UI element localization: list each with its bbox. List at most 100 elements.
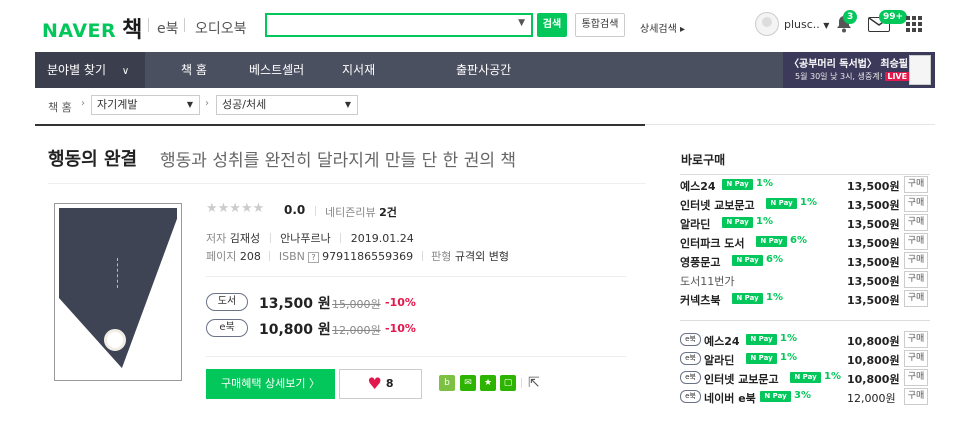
ebook-store-row[interactable]: e북 인터넷 교보문고 N Pay 1% 10,800원 구매	[680, 368, 930, 387]
point-rate: 3%	[794, 390, 811, 401]
store-row[interactable]: 알라딘 N Pay 1% 13,500원 구매	[680, 213, 930, 232]
blog-share-icon[interactable]: b	[439, 375, 455, 391]
point-rate: 1%	[780, 352, 797, 363]
store-price: 13,500원	[847, 199, 900, 212]
nav-ebook-link[interactable]: e북	[157, 18, 179, 38]
main-navigation: 분야별 찾기 ∨ 책 홈 베스트셀러 지서재 출판사공간 〈공부머리 독서법〉 …	[35, 52, 935, 88]
format-value: 규격외 변형	[454, 250, 509, 263]
store-buy-button[interactable]: 구매	[904, 214, 928, 231]
ebook-original-price: 12,000원	[332, 324, 381, 337]
store-price: 13,500원	[847, 237, 900, 250]
store-row[interactable]: 영풍문고 N Pay 6% 13,500원 구매	[680, 251, 930, 270]
store-buy-button[interactable]: 구매	[904, 176, 928, 193]
search-input[interactable]: ▼	[265, 13, 533, 37]
store-buy-button[interactable]: 구매	[904, 271, 928, 288]
advanced-search-link[interactable]: 상세검색 ▸	[640, 20, 685, 35]
heart-icon: ♥	[367, 374, 382, 393]
store-buy-button[interactable]: 구매	[904, 195, 928, 212]
store-name: 예스24	[704, 335, 740, 348]
user-menu[interactable]: plusc.. ▼	[784, 18, 829, 31]
avatar[interactable]	[755, 12, 779, 36]
ebook-tag: e북	[680, 390, 701, 403]
store-buy-button[interactable]: 구매	[904, 350, 928, 367]
integrated-search-button[interactable]: 통합검색	[575, 13, 625, 37]
npay-badge: N Pay	[722, 217, 753, 228]
review-count: 2건	[379, 206, 397, 219]
nav-bestseller[interactable]: 베스트셀러	[249, 52, 304, 88]
chevron-right-icon: ›	[205, 98, 209, 109]
keep-share-icon[interactable]: ▢	[500, 375, 516, 391]
rating-stars: ★★★★★	[206, 201, 265, 216]
point-rate: 1%	[756, 216, 773, 227]
store-row[interactable]: 커넥츠북 N Pay 1% 13,500원 구매	[680, 289, 930, 308]
ebook-store-row[interactable]: e북 네이버 e북 N Pay 3% 12,000원 구매	[680, 387, 930, 406]
review-label: 네티즌리뷰	[325, 206, 376, 219]
ebook-tag: e북	[680, 333, 701, 346]
paper-discount: -10%	[385, 296, 416, 309]
header-divider	[184, 18, 185, 32]
direct-buy-title: 바로구매	[681, 153, 726, 167]
page-count: 208	[239, 250, 261, 263]
store-buy-button[interactable]: 구매	[904, 252, 928, 269]
search-dropdown-icon[interactable]: ▼	[518, 18, 525, 28]
book-cover[interactable]	[54, 203, 182, 381]
point-rate: 1%	[824, 371, 841, 382]
ebook-store-row[interactable]: e북 예스24 N Pay 1% 10,800원 구매	[680, 330, 930, 349]
ebook-tag: e북	[680, 371, 701, 384]
nav-book-home[interactable]: 책 홈	[181, 52, 207, 88]
apps-grid-icon[interactable]	[906, 16, 922, 32]
npay-badge: N Pay	[790, 372, 821, 383]
category-menu-button[interactable]: 분야별 찾기 ∨	[35, 52, 145, 88]
breadcrumb-subcategory-select[interactable]: 성공/처세 ▼	[216, 95, 358, 115]
isbn-help-icon[interactable]: ?	[308, 252, 319, 263]
store-price: 13,500원	[847, 294, 900, 307]
store-row[interactable]: 인터파크 도서 N Pay 6% 13,500원 구매	[680, 232, 930, 251]
nav-library[interactable]: 지서재	[342, 52, 375, 88]
breadcrumb-category-select[interactable]: 자기계발 ▼	[91, 95, 200, 115]
nav-audiobook-link[interactable]: 오디오북	[195, 18, 247, 38]
nav-publisher-space[interactable]: 출판사공간	[456, 52, 511, 88]
store-buy-button[interactable]: 구매	[904, 369, 928, 386]
cafe-share-icon[interactable]: ✉	[460, 375, 476, 391]
store-buy-button[interactable]: 구매	[904, 388, 928, 405]
ebook-store-row[interactable]: e북 알라딘 N Pay 1% 10,800원 구매	[680, 349, 930, 368]
bookmark-star-icon[interactable]: ★	[480, 375, 496, 391]
point-rate: 6%	[766, 254, 783, 265]
book-title: 행동의 완결	[48, 149, 138, 170]
rating-score: 0.0	[284, 203, 306, 217]
book-detail-row: 페이지 208 ISBN ? 9791186559369 판형 규격외 변형	[206, 250, 509, 263]
paper-price: 13,500 원	[259, 296, 331, 312]
live-event-banner[interactable]: 〈공부머리 독서법〉 최승필 5월 30일 낮 3시, 생중계! LIVE	[783, 52, 935, 88]
author-link[interactable]: 김재성	[230, 232, 260, 245]
share-icon[interactable]: ⇱	[528, 375, 540, 391]
store-name: 네이버 e북	[704, 392, 756, 405]
mail-badge: 99+	[879, 10, 908, 24]
banner-title: 〈공부머리 독서법〉 최승필	[789, 59, 908, 70]
store-buy-button[interactable]: 구매	[904, 233, 928, 250]
publisher-link[interactable]: 안나푸르나	[280, 232, 331, 245]
divider	[35, 124, 645, 126]
store-row[interactable]: 인터넷 교보문고 N Pay 1% 13,500원 구매	[680, 194, 930, 213]
breadcrumb-home[interactable]: 책 홈	[48, 99, 72, 115]
banner-book-thumbnail	[909, 55, 931, 85]
store-buy-button[interactable]: 구매	[904, 290, 928, 307]
purchase-benefit-button[interactable]: 구매혜택 상세보기 〉	[206, 369, 335, 399]
store-name: 도서11번가	[680, 275, 735, 288]
breadcrumb-category-value: 자기계발	[97, 98, 138, 111]
naver-logo-text: NAVER	[42, 20, 117, 42]
search-button[interactable]: 검색	[537, 13, 567, 37]
store-row[interactable]: 예스24 N Pay 1% 13,500원 구매	[680, 175, 930, 194]
divider	[315, 206, 316, 216]
book-author-row: 저자 김재성 안나푸르나 2019.01.24	[206, 232, 414, 245]
like-button[interactable]: ♥ 8	[339, 369, 422, 399]
review-link[interactable]: 네티즌리뷰 2건	[325, 204, 397, 220]
like-count: 8	[385, 377, 394, 390]
point-rate: 1%	[800, 197, 817, 208]
store-buy-button[interactable]: 구매	[904, 331, 928, 348]
store-row[interactable]: 도서11번가 13,500원 구매	[680, 270, 930, 289]
naver-book-logo[interactable]: NAVER 책	[42, 12, 143, 44]
breadcrumb-subcategory-value: 성공/처세	[222, 98, 267, 111]
divider	[48, 183, 646, 184]
store-name: 예스24	[680, 180, 716, 193]
notification-badge: 3	[843, 10, 858, 24]
